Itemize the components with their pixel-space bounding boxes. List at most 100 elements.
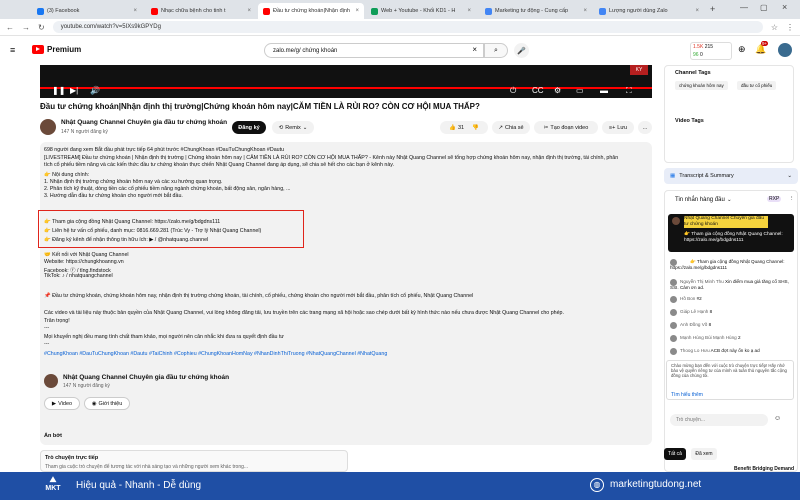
browser-tab[interactable]: (3) Facebook × bbox=[32, 3, 142, 19]
subtitles-icon[interactable]: CC bbox=[532, 86, 544, 95]
like-icon: 👍 bbox=[449, 124, 456, 131]
star-icon[interactable]: ☆ bbox=[771, 23, 778, 32]
tag-chip[interactable]: chứng khoán hôm nay bbox=[675, 81, 728, 90]
maximize-icon[interactable]: ▢ bbox=[760, 3, 768, 12]
website[interactable]: marketingtudong.net bbox=[610, 479, 701, 490]
next-icon[interactable]: ▶| bbox=[70, 86, 78, 95]
pause-icon[interactable]: ❚❚ bbox=[52, 86, 65, 95]
logo-text: MKT bbox=[45, 485, 61, 492]
close-icon[interactable]: × bbox=[247, 8, 251, 14]
video-player[interactable]: ❚❚ ▶| 🔊 KY ⏻ CC ⚙ ▭ ▬ ⛶ bbox=[40, 65, 652, 98]
chat-input[interactable]: Trò chuyện... bbox=[670, 414, 768, 426]
fullscreen-icon[interactable]: ⛶ bbox=[626, 86, 632, 96]
videos-label: Video bbox=[58, 400, 73, 407]
share-label: Chia sẻ bbox=[504, 124, 524, 131]
tab-label: Nhạc chữa bệnh cho tinh t bbox=[161, 8, 226, 14]
search-input[interactable]: zalo.me/g/ chứng khoán × bbox=[264, 43, 484, 58]
remix-icon: ⟲ bbox=[278, 124, 284, 131]
close-icon[interactable]: × bbox=[355, 8, 359, 14]
chat-message[interactable]: Anh Đồng Võ 8 bbox=[670, 322, 796, 329]
chat-message[interactable]: Mạnh Hùng Bùi Mạnh Hùng 2 bbox=[670, 335, 796, 342]
minimize-icon[interactable]: — bbox=[740, 3, 748, 12]
close-icon[interactable]: × bbox=[133, 8, 137, 14]
chat-author: Anh Đồng Võ bbox=[680, 322, 709, 327]
settings-icon[interactable]: ⚙ bbox=[554, 86, 561, 95]
show-less-link[interactable]: Ẩn bớt bbox=[44, 433, 62, 439]
url-field[interactable]: youtube.com/watch?v=5IXs9kGPYDg bbox=[52, 21, 763, 33]
clip-icon: ✂ bbox=[543, 124, 549, 131]
chat-message[interactable]: Giáp Lê Hạnh 8 bbox=[670, 309, 796, 316]
menu-dots-icon[interactable]: ⋮ bbox=[786, 23, 794, 32]
close-icon[interactable]: × bbox=[467, 8, 471, 14]
brand-footer: ⛰ MKT Hiệu quả - Nhanh - Dễ dùng ◍ market… bbox=[0, 472, 800, 500]
rxp-badge[interactable]: RXP bbox=[767, 196, 782, 202]
transcript-label: Transcript & Summary bbox=[679, 173, 734, 179]
save-button[interactable]: ≡+ Lưu bbox=[602, 121, 634, 134]
close-icon[interactable]: × bbox=[583, 8, 587, 14]
forward-icon[interactable]: → bbox=[22, 23, 30, 32]
youtube-logo[interactable]: Premium bbox=[32, 45, 81, 54]
volume-icon[interactable]: 🔊 bbox=[90, 86, 100, 95]
hamburger-menu-icon[interactable]: ≡ bbox=[10, 45, 15, 55]
miniplayer-icon[interactable]: ▭ bbox=[576, 86, 584, 95]
pinned-message[interactable]: Nhật Quang Channel Chuyên gia đầu tư chứ… bbox=[668, 214, 794, 252]
avatar[interactable] bbox=[778, 43, 792, 57]
close-icon[interactable]: × bbox=[695, 8, 699, 14]
emoji-icon[interactable]: ☺ bbox=[774, 415, 781, 422]
chat-title[interactable]: Tin nhắn hàng đầu bbox=[675, 197, 725, 203]
like-button[interactable]: 👍 31 👎 bbox=[440, 121, 488, 134]
tag-chip[interactable]: đầu tư cổ phiếu bbox=[737, 81, 777, 90]
chat-message[interactable]: Hồ Bon #2 bbox=[670, 296, 796, 303]
reload-icon[interactable]: ↻ bbox=[38, 23, 45, 32]
card-channel-avatar[interactable] bbox=[44, 374, 58, 388]
more-icon: … bbox=[642, 124, 648, 131]
transcript-button[interactable]: ▦ Transcript & Summary ⌄ bbox=[664, 168, 798, 184]
browser-tab[interactable]: Lượng người dùng Zalo × bbox=[594, 3, 704, 19]
chat-text: 8 bbox=[709, 309, 713, 314]
autoplay-icon[interactable]: ⏻ bbox=[510, 86, 516, 96]
like-count: 31 bbox=[457, 124, 465, 131]
video-title: Đầu tư chứng khoán|Nhận định thị trường|… bbox=[40, 102, 480, 111]
more-vert-icon[interactable]: ⋮ bbox=[789, 196, 795, 202]
tab-label: (3) Facebook bbox=[47, 8, 80, 14]
share-button[interactable]: ↗ Chia sẻ bbox=[492, 121, 530, 134]
chat-message[interactable]: 👉 Tham gia cộng đồng Nhật Quang Channel:… bbox=[670, 259, 796, 270]
subscribe-button[interactable]: Đăng ký bbox=[232, 121, 266, 134]
chat-avatar bbox=[670, 279, 677, 286]
chat-author: Mạnh Hùng Bùi Mạnh Hùng bbox=[680, 335, 738, 340]
browser-tab-active[interactable]: Đầu tư chứng khoán|Nhận định × bbox=[258, 3, 364, 19]
chat-avatar bbox=[670, 309, 677, 316]
site-icon bbox=[599, 7, 606, 15]
remix-label: Remix bbox=[285, 124, 301, 131]
chat-message[interactable]: Thoog Lo Hưu ACB đợt này ổn ko ạ ad bbox=[670, 348, 796, 355]
channel-avatar[interactable] bbox=[40, 119, 56, 135]
learn-more-link[interactable]: Tìm hiểu thêm bbox=[671, 392, 703, 398]
card-channel-name[interactable]: Nhật Quang Channel Chuyên gia đầu tư chứ… bbox=[63, 374, 229, 381]
about-button[interactable]: ◉ Giới thiệu bbox=[84, 397, 130, 410]
share-icon: ↗ bbox=[498, 124, 503, 131]
chat-replay-card[interactable]: Trò chuyện trực tiếp Tham gia cuộc trò c… bbox=[40, 450, 348, 472]
clear-search-icon[interactable]: × bbox=[472, 45, 477, 54]
remix-button[interactable]: ⟲ Remix ⌄ bbox=[272, 121, 314, 134]
channel-name[interactable]: Nhật Quang Channel Chuyên gia đầu tư chứ… bbox=[61, 119, 227, 126]
voice-search-icon[interactable]: 🎤 bbox=[514, 43, 529, 58]
theater-icon[interactable]: ▬ bbox=[600, 86, 608, 95]
videos-button[interactable]: ▶ Video bbox=[44, 397, 80, 410]
more-actions-button[interactable]: … bbox=[638, 121, 652, 134]
chat-message[interactable]: Nguyễn Thị Minh Thu Xin điểm mua giá tăn… bbox=[670, 279, 796, 290]
back-icon[interactable]: ← bbox=[6, 23, 14, 32]
window-close-icon[interactable]: × bbox=[782, 2, 787, 12]
new-tab-icon[interactable]: + bbox=[710, 4, 715, 14]
clip-button[interactable]: ✂ Tạo đoạn video bbox=[534, 121, 598, 134]
browser-tab[interactable]: Marketing tư động - Cung cấp × bbox=[480, 3, 592, 19]
browser-tab[interactable]: Web + Youtube - Khối KD1 - H × bbox=[366, 3, 476, 19]
filter-all-chip[interactable]: Tất cả bbox=[664, 448, 686, 460]
dislike-icon[interactable]: 👎 bbox=[472, 125, 479, 131]
search-button[interactable]: ⌕ bbox=[484, 43, 508, 58]
chevron-down-icon[interactable]: ⌄ bbox=[727, 197, 732, 203]
filter-watched-chip[interactable]: Đã xem bbox=[691, 448, 717, 460]
chat-replay-text: Tham gia cuộc trò chuyện để tương tác vớ… bbox=[45, 464, 249, 470]
create-icon[interactable]: ⊕ bbox=[738, 44, 746, 55]
chat-avatar bbox=[670, 335, 677, 342]
browser-tab[interactable]: Nhạc chữa bệnh cho tinh t × bbox=[146, 3, 256, 19]
